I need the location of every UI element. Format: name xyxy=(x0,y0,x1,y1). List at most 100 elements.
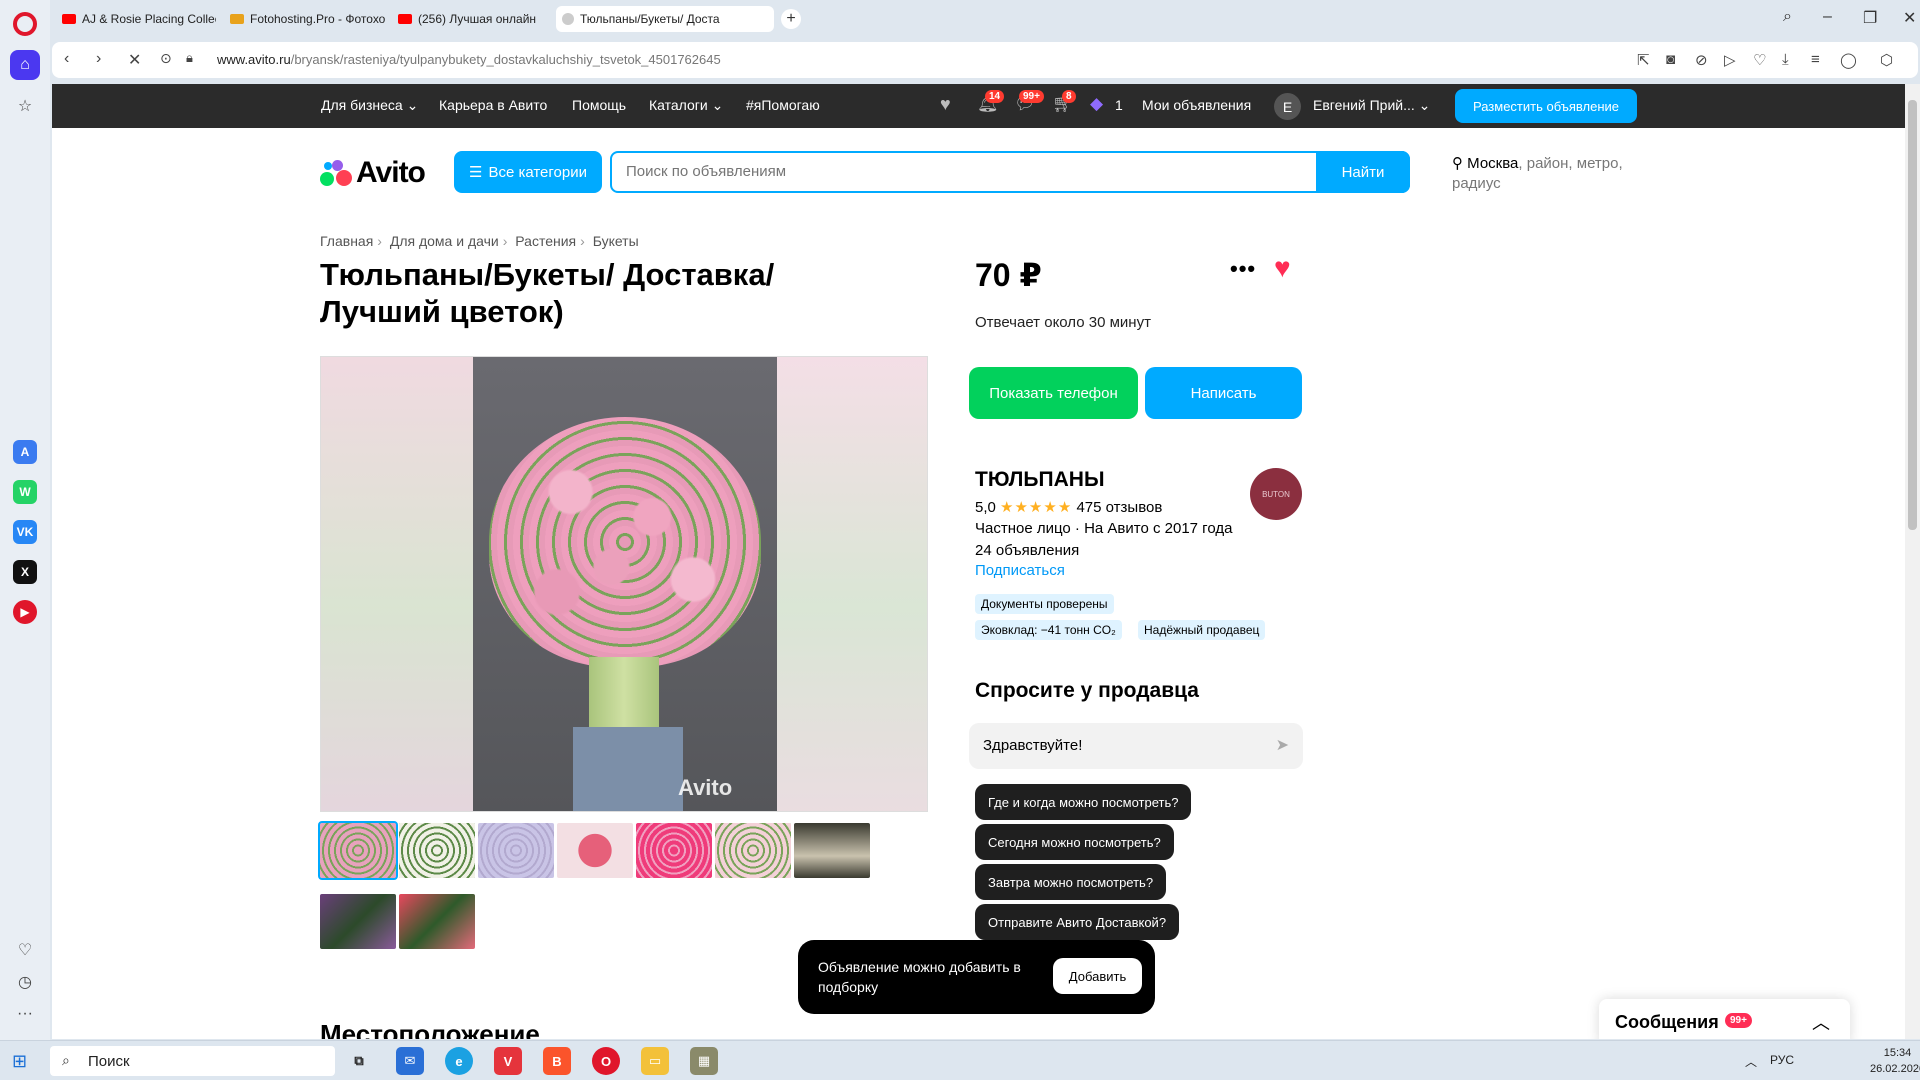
photo-gallery[interactable]: Avito xyxy=(320,356,928,812)
mail-app-icon[interactable]: ✉ xyxy=(396,1047,424,1075)
post-ad-button[interactable]: Разместить объявление xyxy=(1455,89,1637,123)
download-icon[interactable]: ⤓ xyxy=(1782,51,1789,68)
share-icon[interactable]: ⇱ xyxy=(1637,51,1650,69)
edge-icon[interactable]: e xyxy=(445,1047,473,1075)
brave-icon[interactable]: B xyxy=(543,1047,571,1075)
search-button[interactable]: Найти xyxy=(1316,151,1410,193)
history-icon[interactable]: ◷ xyxy=(13,970,37,994)
thumbnail[interactable] xyxy=(794,823,870,878)
app-icon[interactable]: ▦ xyxy=(690,1047,718,1075)
business-menu[interactable]: Для бизнеса ⌄ xyxy=(321,97,418,114)
avito-logo[interactable]: Avito xyxy=(320,156,426,190)
thumbnail[interactable] xyxy=(715,823,791,878)
help-tag-link[interactable]: #яПомогаю xyxy=(746,97,820,113)
catalogs-menu[interactable]: Каталоги ⌄ xyxy=(649,97,723,114)
taskbar-search[interactable]: ⌕ Поиск xyxy=(50,1046,335,1076)
x-icon[interactable]: X xyxy=(13,560,37,584)
subscribe-link[interactable]: Подписаться xyxy=(975,562,1065,579)
opera-logo-icon[interactable] xyxy=(13,12,37,36)
page-scrollbar[interactable] xyxy=(1905,84,1920,1039)
profile-icon[interactable]: ◯ xyxy=(1840,51,1857,69)
tray-chevron-icon[interactable]: ︿ xyxy=(1745,1053,1757,1070)
tab-avito-active[interactable]: Тюльпаны/Букеты/ Доста xyxy=(556,6,774,32)
bookmark-star-icon[interactable]: ☆ xyxy=(13,94,37,118)
show-phone-button[interactable]: Показать телефон xyxy=(969,367,1138,419)
language-indicator[interactable]: РУС xyxy=(1770,1053,1794,1067)
breadcrumb-bouquets[interactable]: Букеты xyxy=(593,233,639,249)
more-icon[interactable]: ··· xyxy=(13,1002,37,1026)
thumbnail[interactable] xyxy=(636,823,712,878)
user-menu[interactable]: Евгений Прий... ⌄ xyxy=(1313,97,1430,114)
avatar[interactable]: Е xyxy=(1274,93,1301,120)
reviews-link[interactable]: 475 отзывов xyxy=(1076,499,1162,516)
heart-icon[interactable]: ♡ xyxy=(13,938,37,962)
play-icon[interactable]: ▷ xyxy=(1724,51,1736,69)
question-chip[interactable]: Завтра можно посмотреть? xyxy=(975,864,1167,900)
thumbnail[interactable] xyxy=(318,821,398,880)
thumbnail[interactable] xyxy=(557,823,633,878)
clock[interactable]: 15:34 26.02.2026 xyxy=(1870,1045,1920,1077)
search-tabs-icon[interactable]: ⌕ xyxy=(1783,8,1792,26)
whatsapp-icon[interactable]: W xyxy=(13,480,37,504)
maximize-button[interactable]: ❐ xyxy=(1863,8,1877,28)
favorite-heart-icon[interactable]: ♥ xyxy=(1274,252,1291,284)
messages-panel[interactable]: Сообщения 99+ ︿ xyxy=(1599,999,1850,1039)
new-tab-button[interactable]: + xyxy=(781,9,801,29)
camera-icon[interactable]: ◙ xyxy=(1666,51,1675,68)
thumbnail[interactable] xyxy=(320,894,396,949)
adblock-icon[interactable]: ⊘ xyxy=(1695,51,1708,69)
windows-start-icon[interactable]: ⊞ xyxy=(12,1051,27,1072)
vk-icon[interactable]: VK xyxy=(13,520,37,544)
bookmark-heart-icon[interactable]: ♡ xyxy=(1753,51,1766,69)
menu-icon[interactable]: ≡ xyxy=(1811,51,1820,68)
thumbnail[interactable] xyxy=(399,894,475,949)
seller-ads-count[interactable]: 24 объявления xyxy=(975,542,1079,559)
more-options-icon[interactable]: ••• xyxy=(1230,256,1256,282)
task-view-icon[interactable]: ⧉ xyxy=(345,1047,373,1075)
seller-name[interactable]: ТЮЛЬПАНЫ xyxy=(975,468,1105,492)
ai-icon[interactable]: A xyxy=(13,440,37,464)
tab-youtube-aj-rosie[interactable]: AJ & Rosie Placing Collect xyxy=(56,6,216,32)
fotohosting-icon xyxy=(230,14,244,24)
music-player-icon[interactable]: ▶ xyxy=(13,600,37,624)
breadcrumb-home[interactable]: Главная xyxy=(320,233,373,249)
add-to-collection-button[interactable]: Добавить xyxy=(1053,958,1142,994)
message-input[interactable] xyxy=(983,737,1253,754)
extensions-icon[interactable]: ⬡ xyxy=(1880,51,1893,69)
scrollbar-thumb[interactable] xyxy=(1908,100,1917,530)
home-icon[interactable]: ⌂ xyxy=(10,50,40,80)
main-photo[interactable]: Avito xyxy=(473,357,777,811)
location-selector[interactable]: ⚲ Москва, район, метро, радиус xyxy=(1452,154,1652,194)
question-chip[interactable]: Отправите Авито Доставкой? xyxy=(975,904,1180,940)
favorites-heart-icon[interactable]: ♥ xyxy=(940,94,951,115)
thumbnail[interactable] xyxy=(478,823,554,878)
vivaldi-icon[interactable]: V xyxy=(494,1047,522,1075)
career-link[interactable]: Карьера в Авито xyxy=(439,97,547,113)
thumbnail[interactable] xyxy=(399,823,475,878)
question-chip[interactable]: Сегодня можно посмотреть? xyxy=(975,824,1174,860)
help-link[interactable]: Помощь xyxy=(572,97,626,113)
file-explorer-icon[interactable]: ▭ xyxy=(641,1047,669,1075)
send-icon[interactable]: ➤ xyxy=(1276,735,1289,755)
promo-count: 1 xyxy=(1115,97,1123,113)
question-chip[interactable]: Где и когда можно посмотреть? xyxy=(975,784,1192,820)
search-input[interactable] xyxy=(626,163,1186,180)
forward-button[interactable]: › xyxy=(96,50,101,68)
breadcrumb-home-garden[interactable]: Для дома и дачи xyxy=(390,233,499,249)
breadcrumb-plants[interactable]: Растения xyxy=(515,233,576,249)
minimize-button[interactable]: – xyxy=(1823,8,1832,26)
close-window-button[interactable]: ✕ xyxy=(1903,8,1916,28)
seller-avatar[interactable]: BUTON xyxy=(1250,468,1302,520)
tab-youtube-music[interactable]: (256) Лучшая онлайн xyxy=(392,6,560,32)
url-field[interactable]: www.avito.ru/bryansk/rasteniya/tyulpanyb… xyxy=(217,52,721,67)
stop-loading-button[interactable]: ✕ xyxy=(128,50,141,70)
promo-icon[interactable]: ◆ xyxy=(1090,94,1103,114)
chevron-up-icon[interactable]: ︿ xyxy=(1812,1009,1830,1035)
my-ads-link[interactable]: Мои объявления xyxy=(1142,97,1251,113)
write-message-button[interactable]: Написать xyxy=(1145,367,1302,419)
lock-icon[interactable]: 🔒︎ xyxy=(186,50,193,66)
back-button[interactable]: ‹ xyxy=(64,50,69,68)
all-categories-button[interactable]: ☰ Все категории xyxy=(454,151,602,193)
opera-icon[interactable]: O xyxy=(592,1047,620,1075)
location-pin-icon[interactable]: ⊙ xyxy=(160,50,172,67)
